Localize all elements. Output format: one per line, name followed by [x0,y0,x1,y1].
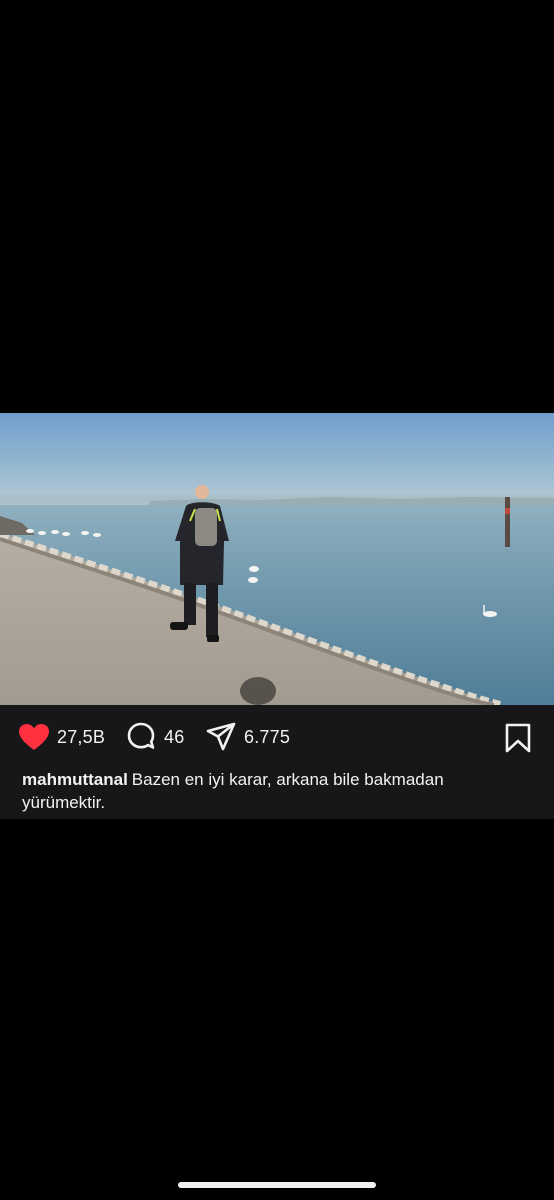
home-indicator[interactable] [178,1182,376,1188]
shares-count: 6.775 [244,726,291,747]
heart-filled-icon [18,723,50,751]
paper-plane-icon [205,721,237,753]
post-photo[interactable] [0,413,554,705]
speech-bubble-icon [125,721,157,753]
comment-button[interactable]: 46 [125,721,184,753]
lake-walk-photo [0,413,554,705]
bookmark-icon [504,723,532,753]
username-link[interactable]: mahmuttanal [22,770,128,789]
post-caption: mahmuttanal Bazen en iyi karar, arkana bi… [22,768,522,814]
post-info-panel: 27,5B 46 6.775 mahmuttanal Bazen en iyi … [0,705,554,819]
action-bar: 27,5B 46 6.775 [0,705,554,767]
share-button[interactable]: 6.775 [205,721,290,753]
save-button[interactable] [504,722,532,754]
like-button[interactable]: 27,5B [18,721,105,753]
comments-count: 46 [164,726,185,747]
likes-count: 27,5B [57,726,106,747]
